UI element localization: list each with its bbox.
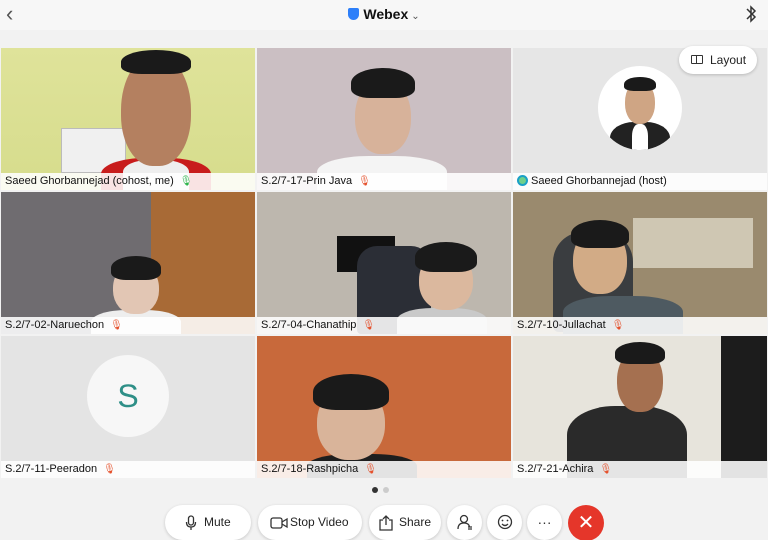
top-bar: ‹ Webex ⌄ xyxy=(0,0,768,30)
mic-muted-icon: 🎙 xyxy=(362,320,376,331)
participant-name: S.2/7-10-Jullachat 🎙 xyxy=(513,317,767,334)
share-icon xyxy=(379,515,393,531)
bluetooth-icon xyxy=(746,5,757,23)
app-title: Webex xyxy=(363,6,409,22)
chevron-down-icon: ⌄ xyxy=(411,11,420,22)
page-dot-active[interactable] xyxy=(372,487,378,493)
video-tile[interactable]: S.2/7-04-Chanathip 🎙 xyxy=(257,192,511,334)
host-icon xyxy=(517,175,528,186)
video-tile[interactable]: S.2/7-10-Jullachat 🎙 xyxy=(513,192,767,334)
reactions-button[interactable] xyxy=(487,505,522,540)
mic-muted-icon: 🎙 xyxy=(611,320,625,331)
mic-muted-icon: 🎙 xyxy=(110,320,123,331)
video-grid: Saeed Ghorbannejad (cohost, me) 🎙 S.2/7-1… xyxy=(0,47,768,479)
participants-icon xyxy=(456,514,472,530)
video-tile[interactable]: Saeed Ghorbannejad (cohost, me) 🎙 xyxy=(1,48,255,190)
video-tile[interactable]: S.2/7-18-Rashpicha 🎙 xyxy=(257,336,511,478)
mic-muted-icon: 🎙 xyxy=(364,464,377,475)
participant-name: Saeed Ghorbannejad (host) xyxy=(513,173,767,190)
participant-name: S.2/7-04-Chanathip 🎙 xyxy=(257,317,511,334)
mic-muted-icon: 🎙 xyxy=(599,464,613,475)
video-tile[interactable]: S.2/7-02-Naruechon 🎙 xyxy=(1,192,255,334)
page-dot[interactable] xyxy=(383,487,389,493)
participant-name: S.2/7-02-Naruechon 🎙 xyxy=(1,317,255,334)
participants-button[interactable] xyxy=(447,505,482,540)
mic-muted-icon: 🎙 xyxy=(358,176,371,187)
control-bar: Mute Stop Video Share ··· ✕ xyxy=(0,503,768,540)
shield-icon xyxy=(348,8,360,20)
share-button[interactable]: Share xyxy=(369,505,441,540)
video-tile[interactable]: S.2/7-21-Achira 🎙 xyxy=(513,336,767,478)
video-tile[interactable]: S.2/7-17-Prin Java 🎙 xyxy=(257,48,511,190)
mute-button[interactable]: Mute xyxy=(165,505,251,540)
grid-layout-icon xyxy=(691,55,703,64)
video-camera-icon xyxy=(270,517,288,529)
layout-button[interactable]: Layout xyxy=(679,46,757,74)
mic-muted-icon: 🎙 xyxy=(103,464,116,475)
participant-name: S.2/7-18-Rashpicha 🎙 xyxy=(257,461,511,478)
participant-name: S.2/7-17-Prin Java 🎙 xyxy=(257,173,511,190)
meeting-title[interactable]: Webex ⌄ xyxy=(0,6,768,22)
close-icon: ✕ xyxy=(577,512,595,534)
video-tile[interactable]: S S.2/7-11-Peeradon 🎙 xyxy=(1,336,255,478)
end-call-button[interactable]: ✕ xyxy=(568,505,604,540)
avatar xyxy=(598,66,682,150)
emoji-icon xyxy=(497,514,512,530)
microphone-icon xyxy=(185,515,197,530)
participant-name: S.2/7-21-Achira 🎙 xyxy=(513,461,767,478)
more-icon: ··· xyxy=(537,514,552,530)
more-options-button[interactable]: ··· xyxy=(527,505,562,540)
page-indicator[interactable] xyxy=(372,480,394,498)
participant-name: Saeed Ghorbannejad (cohost, me) 🎙 xyxy=(1,173,255,190)
avatar: S xyxy=(87,355,169,437)
mic-on-icon: 🎙 xyxy=(179,176,193,187)
stop-video-button[interactable]: Stop Video xyxy=(258,505,362,540)
participant-name: S.2/7-11-Peeradon 🎙 xyxy=(1,461,255,478)
